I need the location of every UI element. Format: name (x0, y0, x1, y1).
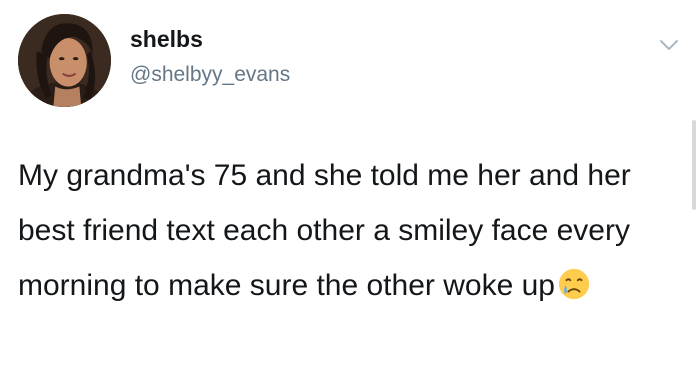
user-handle[interactable]: @shelbyy_evans (130, 64, 290, 85)
tweet-text: My grandma's 75 and she told me her and … (18, 148, 668, 313)
chevron-down-icon[interactable] (656, 34, 682, 56)
avatar[interactable] (18, 14, 111, 107)
avatar-image (18, 14, 111, 107)
crying-face-emoji-icon (557, 267, 591, 301)
scrollbar[interactable] (692, 120, 696, 210)
display-name[interactable]: shelbs (130, 28, 203, 51)
tweet-card: shelbs @shelbyy_evans My grandma's 75 an… (0, 0, 700, 372)
tweet-text-content: My grandma's 75 and she told me her and … (18, 159, 631, 302)
